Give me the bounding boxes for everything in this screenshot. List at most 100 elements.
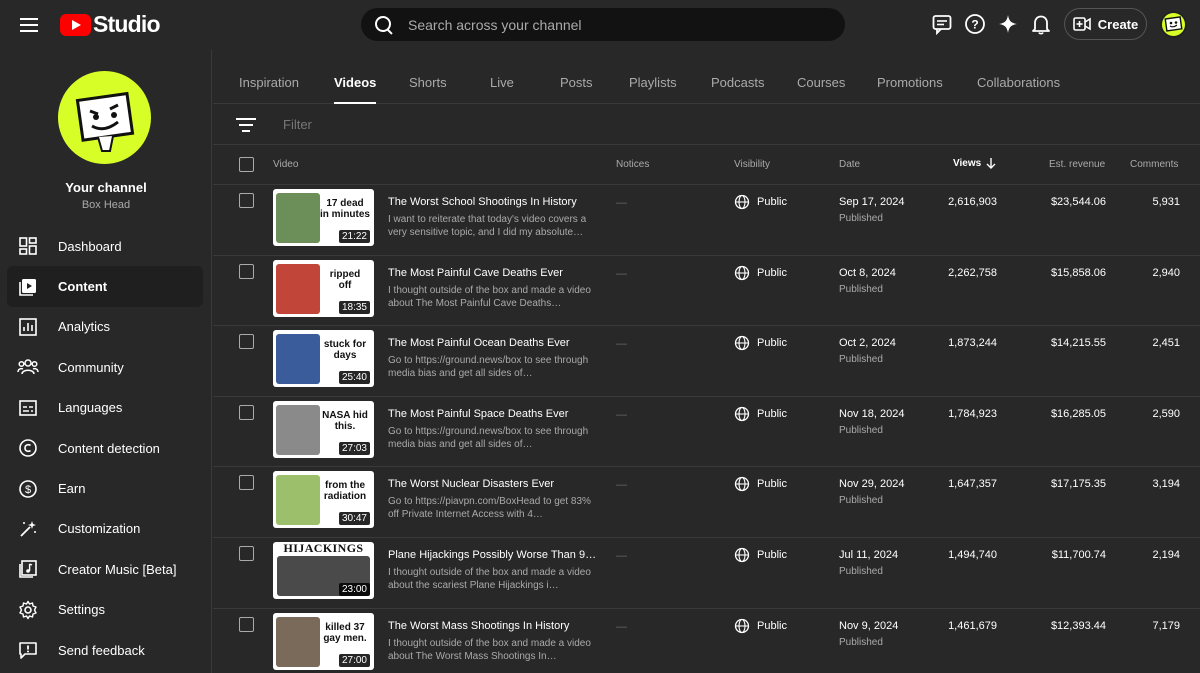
video-thumbnail[interactable]: ripped off 18:35 [273, 259, 374, 317]
filter-input[interactable]: Filter [283, 117, 312, 132]
globe-icon [734, 265, 750, 280]
select-all-checkbox[interactable] [239, 157, 254, 172]
video-date: Nov 29, 2024 [839, 478, 905, 491]
table-row[interactable]: from the radiation 30:47 The Worst Nuclear … [213, 467, 1200, 538]
column-visibility: Visibility [734, 159, 770, 170]
sidebar-item-creator-music-beta[interactable]: Creator Music [Beta] [7, 549, 203, 589]
video-thumbnail[interactable]: from the radiation 30:47 [273, 471, 374, 529]
table-row[interactable]: HIJACKINGS 23:00 Plane Hijackings Possibly… [213, 538, 1200, 609]
video-title[interactable]: The Most Painful Ocean Deaths Ever [388, 337, 598, 349]
row-checkbox[interactable] [239, 616, 254, 632]
video-status: Published [839, 424, 883, 436]
table-row[interactable]: NASA hid this. 27:03 The Most Painful Space… [213, 397, 1200, 468]
row-checkbox[interactable] [239, 334, 254, 350]
sidebar-item-content[interactable]: Content [7, 266, 203, 307]
tab-posts[interactable]: Posts [560, 50, 593, 104]
video-add-icon [1072, 17, 1091, 31]
sparkle-icon[interactable] [996, 12, 1020, 36]
table-row[interactable]: stuck for days 25:40 The Most Painful Ocean… [213, 326, 1200, 397]
visibility-dropdown[interactable]: Public [734, 547, 787, 563]
row-checkbox[interactable] [239, 263, 254, 279]
tab-podcasts[interactable]: Podcasts [711, 50, 764, 104]
row-checkbox[interactable] [239, 546, 254, 561]
tab-playlists[interactable]: Playlists [629, 50, 677, 104]
tab-live[interactable]: Live [490, 50, 514, 104]
sidebar-item-label: Settings [58, 602, 105, 618]
column-views[interactable]: Views [953, 157, 997, 169]
column-video: Video [273, 159, 299, 170]
tab-shorts[interactable]: Shorts [409, 50, 447, 104]
sidebar-item-label: Earn [58, 481, 86, 497]
sidebar-item-customization[interactable]: Customization [7, 509, 203, 549]
visibility-dropdown[interactable]: Public [734, 194, 787, 210]
row-checkbox[interactable] [239, 404, 254, 420]
account-avatar[interactable] [1160, 11, 1187, 38]
visibility-dropdown[interactable]: Public [734, 335, 787, 351]
column-revenue[interactable]: Est. revenue [1049, 159, 1105, 170]
sidebar-item-label: Creator Music [Beta] [58, 561, 177, 577]
sidebar-item-settings[interactable]: Settings [7, 590, 203, 630]
search-bar[interactable] [361, 8, 845, 41]
sidebar-item-send-feedback[interactable]: Send feedback [7, 630, 203, 670]
tab-courses[interactable]: Courses [797, 50, 845, 104]
video-thumbnail[interactable]: 17 dead in minutes 21:22 [273, 189, 374, 246]
video-thumbnail[interactable]: NASA hid this. 27:03 [273, 400, 374, 458]
menu-icon[interactable] [16, 13, 42, 37]
column-date[interactable]: Date [839, 159, 860, 170]
languages-icon [17, 397, 39, 419]
analytics-icon [17, 316, 39, 338]
sidebar-item-analytics[interactable]: Analytics [7, 307, 203, 347]
video-thumbnail[interactable]: HIJACKINGS 23:00 [273, 542, 374, 599]
visibility-dropdown[interactable]: Public [734, 265, 787, 281]
video-title[interactable]: Plane Hijackings Possibly Worse Than 9… [388, 549, 598, 561]
video-views: 2,616,903 [948, 196, 997, 208]
thumbnail-caption: 17 dead in minutes [319, 198, 371, 220]
filter-icon[interactable] [236, 117, 256, 133]
video-comments: 3,194 [1152, 478, 1180, 491]
sidebar-item-content-detection[interactable]: Content detection [7, 428, 203, 468]
help-icon[interactable]: ? [963, 12, 987, 36]
visibility-label: Public [757, 407, 787, 420]
music-icon [17, 558, 39, 580]
sidebar-item-community[interactable]: Community [7, 347, 203, 387]
visibility-dropdown[interactable]: Public [734, 476, 787, 492]
row-checkbox[interactable] [239, 475, 254, 491]
sidebar-item-label: Send feedback [58, 642, 145, 658]
table-header: Video Notices Visibility Date Views Est.… [213, 145, 1200, 185]
visibility-label: Public [757, 619, 787, 632]
table-row[interactable]: killed 37 gay men. 27:00 The Worst Mass Sho… [213, 609, 1200, 673]
table-row[interactable]: 17 dead in minutes 21:22 The Worst School S… [213, 185, 1200, 256]
dashboard-icon [17, 235, 39, 257]
video-thumbnail[interactable]: stuck for days 25:40 [273, 330, 374, 388]
notifications-icon[interactable] [1029, 12, 1053, 36]
thumbnail-text-line: in minutes [319, 209, 370, 220]
sidebar-item-earn[interactable]: $ Earn [7, 468, 203, 508]
channel-avatar[interactable] [58, 71, 151, 164]
table-row[interactable]: ripped off 18:35 The Most Painful Cave Deat… [213, 256, 1200, 327]
search-input[interactable] [408, 16, 808, 33]
tab-inspiration[interactable]: Inspiration [239, 50, 299, 104]
video-title[interactable]: The Most Painful Cave Deaths Ever [388, 267, 598, 279]
studio-logo[interactable]: Studio [60, 11, 161, 38]
comments-icon[interactable] [930, 12, 954, 36]
video-thumbnail[interactable]: killed 37 gay men. 27:00 [273, 612, 374, 670]
tab-videos[interactable]: Videos [334, 50, 377, 104]
visibility-dropdown[interactable]: Public [734, 618, 787, 634]
channel-title: Your channel [65, 180, 147, 195]
sidebar-item-dashboard[interactable]: Dashboard [7, 226, 203, 266]
video-title[interactable]: The Worst School Shootings In History [388, 196, 598, 208]
video-title[interactable]: The Worst Nuclear Disasters Ever [388, 478, 598, 490]
video-title[interactable]: The Worst Mass Shootings In History [388, 620, 598, 632]
column-comments[interactable]: Comments [1130, 159, 1178, 170]
video-views: 1,647,357 [948, 478, 997, 491]
visibility-dropdown[interactable]: Public [734, 406, 787, 422]
tab-promotions[interactable]: Promotions [877, 50, 943, 104]
video-revenue: $23,544.06 [1050, 196, 1106, 208]
video-status: Published [839, 566, 883, 577]
tab-collaborations[interactable]: Collaborations [977, 50, 1060, 104]
sidebar-item-languages[interactable]: Languages [7, 388, 203, 428]
video-title[interactable]: The Most Painful Space Deaths Ever [388, 408, 598, 420]
video-duration: 18:35 [338, 300, 370, 314]
create-button[interactable]: Create [1064, 8, 1147, 40]
row-checkbox[interactable] [239, 193, 254, 208]
